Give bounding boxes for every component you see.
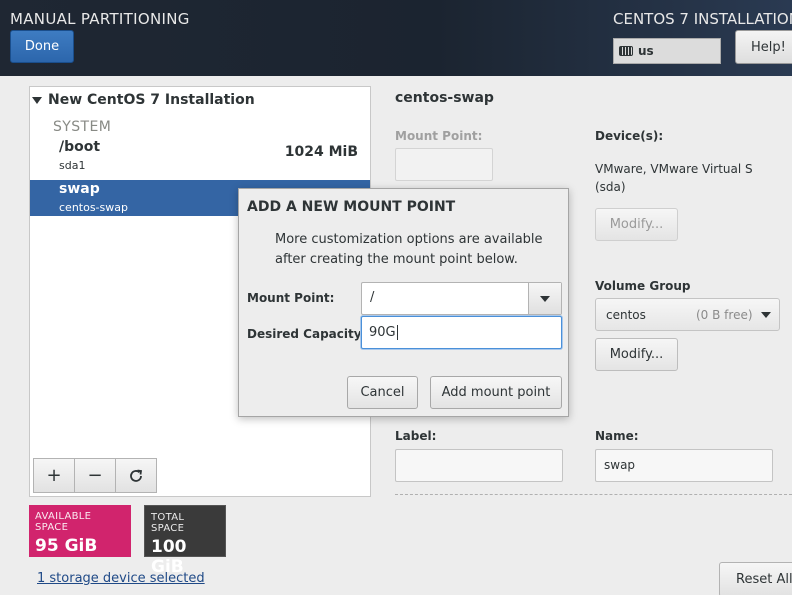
desired-capacity-input[interactable]: 90G [361,316,562,349]
add-partition-button[interactable]: + [33,458,75,493]
volume-group-name: centos [606,307,646,322]
text-cursor [396,325,398,340]
remove-partition-button[interactable]: − [74,458,116,493]
volume-group-label: Volume Group [595,279,691,293]
keyboard-layout-label: us [638,44,654,58]
add-mount-point-button[interactable]: Add mount point [430,376,562,409]
system-group-label: SYSTEM [53,119,112,135]
volume-group-select[interactable]: centos (0 B free) [595,298,780,331]
storage-devices-link[interactable]: 1 storage device selected [37,571,205,586]
partition-row-boot[interactable]: /boot sda1 1024 MiB [30,138,370,174]
partition-size: 1024 MiB [284,144,358,160]
chevron-down-icon [761,312,771,318]
help-button[interactable]: Help! [735,30,792,64]
available-space-label: AVAILABLE SPACE [35,511,92,533]
chevron-down-icon [540,296,550,302]
installation-title: New CentOS 7 Installation [48,92,255,108]
cancel-button[interactable]: Cancel [347,376,418,409]
refresh-button[interactable] [115,458,157,493]
keyboard-layout-indicator[interactable]: us [613,38,721,64]
available-space-box: AVAILABLE SPACE 95 GiB [29,505,131,557]
mount-point-field[interactable] [395,148,493,181]
mount-point-value: / [370,290,375,305]
add-mount-point-dialog: ADD A NEW MOUNT POINT More customization… [238,188,569,417]
dialog-capacity-label: Desired Capacity: [247,327,367,341]
mount-point-combo[interactable]: / [361,282,562,315]
partition-device: centos-swap [59,201,128,214]
divider [395,494,792,495]
volume-group-free: (0 B free) [696,307,753,322]
devices-value: VMware, VMware Virtual S (sda) [595,162,753,194]
partition-device: sda1 [59,159,86,172]
name-field-value: swap [604,458,636,472]
total-space-label: TOTAL SPACE [151,512,185,534]
dialog-title: ADD A NEW MOUNT POINT [247,199,456,215]
selected-device-title: centos-swap [395,90,494,106]
dialog-mount-point-label: Mount Point: [247,291,335,305]
expand-triangle-icon [32,96,42,104]
modify-volume-group-button[interactable]: Modify... [595,338,678,371]
refresh-icon [130,469,143,482]
page-title: MANUAL PARTITIONING [10,10,190,28]
keyboard-icon [619,46,633,56]
mount-point-dropdown-button[interactable] [528,283,561,314]
header-bar: MANUAL PARTITIONING Done CENTOS 7 INSTAL… [0,0,792,76]
done-button[interactable]: Done [10,30,74,63]
label-field[interactable] [395,449,563,482]
name-field-label: Name: [595,429,639,443]
dialog-message: More customization options are available… [275,232,543,267]
available-space-value: 95 GiB [35,536,98,556]
modify-devices-button[interactable]: Modify... [595,208,678,241]
partition-name: /boot [59,139,101,155]
partition-name: swap [59,181,100,197]
installer-title: CENTOS 7 INSTALLATION [613,10,792,28]
total-space-box: TOTAL SPACE 100 GiB [144,505,226,577]
mount-point-label: Mount Point: [395,129,483,143]
partition-toolbar: + − [33,458,157,493]
devices-label: Device(s): [595,129,664,143]
desired-capacity-value: 90G [369,325,396,340]
label-field-label: Label: [395,429,437,443]
name-field[interactable]: swap [595,449,773,482]
reset-all-button[interactable]: Reset All [719,562,792,595]
installation-expander[interactable]: New CentOS 7 Installation [32,92,255,108]
